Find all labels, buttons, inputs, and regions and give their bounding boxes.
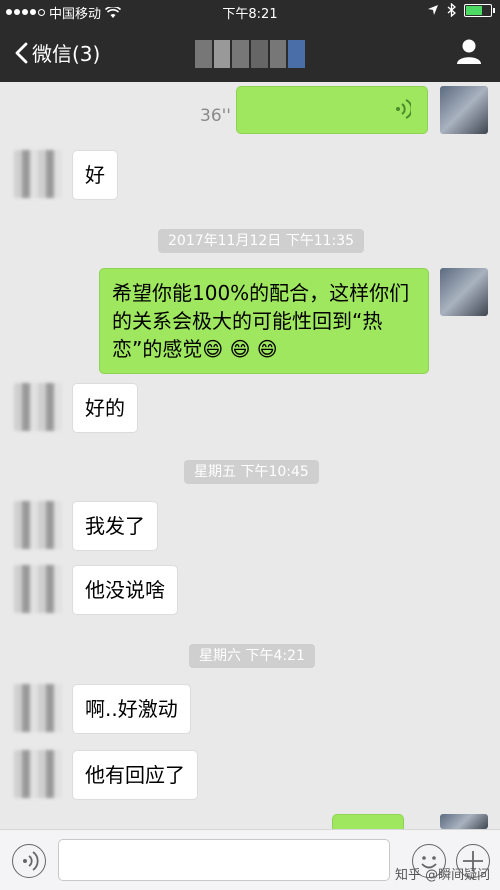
watermark: 知乎 @瞬间疑问 bbox=[395, 868, 491, 883]
back-label: 微信(3) bbox=[32, 42, 101, 66]
message-bubble[interactable]: 好 bbox=[72, 150, 118, 200]
my-avatar[interactable] bbox=[440, 814, 488, 829]
input-bar: 知乎 @瞬间疑问 bbox=[0, 829, 500, 890]
voice-wave-icon bbox=[23, 851, 39, 871]
my-avatar[interactable] bbox=[440, 86, 488, 134]
status-time: 下午8:21 bbox=[222, 7, 278, 22]
battery-icon bbox=[464, 3, 495, 17]
bluetooth-icon bbox=[447, 3, 456, 17]
timestamp-chip: 星期六 下午4:21 bbox=[189, 644, 315, 668]
contact-avatar[interactable] bbox=[14, 150, 62, 198]
chevron-left-icon bbox=[15, 42, 28, 63]
voice-wave-icon bbox=[396, 99, 411, 119]
contact-name-redacted bbox=[195, 40, 306, 68]
my-avatar[interactable] bbox=[440, 268, 488, 316]
message-bubble[interactable]: 我发了 bbox=[72, 501, 158, 551]
voice-message-bubble[interactable] bbox=[236, 86, 428, 134]
voice-input-button[interactable] bbox=[12, 844, 46, 878]
timestamp-chip: 星期五 下午10:45 bbox=[184, 460, 319, 484]
message-bubble[interactable]: 他有回应了 bbox=[72, 750, 198, 800]
message-bubble[interactable]: 他没说啥 bbox=[72, 565, 178, 615]
chat-header: 微信(3) bbox=[0, 22, 500, 82]
message-input[interactable] bbox=[58, 839, 390, 881]
message-bubble[interactable]: 好的 bbox=[72, 383, 138, 433]
timestamp-chip: 2017年11月12日 下午11:35 bbox=[158, 229, 365, 253]
status-bar: 中国移动 下午8:21 bbox=[0, 0, 500, 22]
person-icon[interactable] bbox=[454, 36, 484, 66]
contact-avatar[interactable] bbox=[14, 565, 62, 613]
contact-avatar[interactable] bbox=[14, 684, 62, 732]
contact-avatar[interactable] bbox=[14, 383, 62, 431]
contact-avatar[interactable] bbox=[14, 501, 62, 549]
message-bubble[interactable]: 希望你能100%的配合，这样你们的关系会极大的可能性回到“热恋”的感觉😄 😄 😄 bbox=[99, 268, 429, 374]
message-bubble[interactable]: 啊..好激动 bbox=[72, 684, 191, 734]
contact-avatar[interactable] bbox=[14, 750, 62, 798]
location-arrow-icon bbox=[428, 5, 438, 15]
back-button[interactable]: 微信(3) bbox=[14, 38, 100, 67]
voice-duration: 36'' bbox=[200, 106, 231, 126]
